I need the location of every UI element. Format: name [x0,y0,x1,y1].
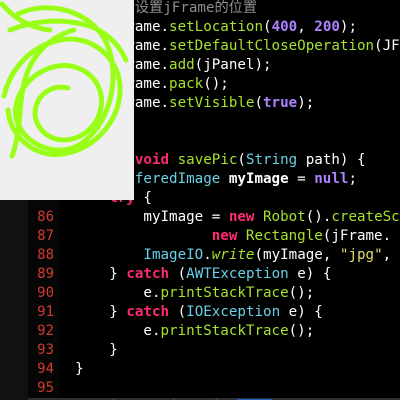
code-token: e) { [280,304,323,320]
code-token: (JFrame. [374,38,400,54]
code-token: savePic [177,152,238,168]
code-token: new [228,209,255,225]
code-token: (). [305,209,332,225]
code-token: } [109,304,127,320]
code-token: AWTException [186,266,289,282]
code-token: e. [143,323,161,339]
code-text: e.printStackTrace(); [58,284,314,303]
code-token: , [297,19,315,35]
code-line[interactable]: 95 [0,379,400,398]
code-token: } [109,342,118,358]
code-token: e. [143,285,161,301]
code-token: e) { [288,266,332,282]
code-token: Rectangle [245,228,323,244]
code-token: 400 [271,19,298,35]
code-token: myImage [228,171,289,187]
code-token: setDefaultCloseOperation [169,38,375,54]
code-token: ( [169,304,187,320]
code-token: { [134,190,152,206]
code-token: . [203,247,212,263]
code-token: pack [169,76,204,92]
code-token: write [211,247,255,263]
code-token: (jPanel); [194,57,272,73]
code-line[interactable]: 87 new Rectangle(jFrame. [0,227,400,246]
code-line[interactable]: 90 e.printStackTrace(); [0,284,400,303]
code-text: } catch (IOException e) { [58,303,323,322]
code-text: } [58,360,84,379]
code-token: catch [126,304,170,320]
code-line[interactable]: 93 } [0,341,400,360]
code-token: ( [237,152,246,168]
code-token: printStackTrace [160,323,289,339]
code-token: (); [288,323,315,339]
code-text: myImage = new Robot().createScreenCaptur… [58,208,400,227]
code-line[interactable]: 86 myImage = new Robot().createScreenCap… [0,208,400,227]
code-token: path) { [297,152,366,168]
code-token: myImage = [143,209,229,225]
green-scribble [0,1,129,159]
code-text: } [58,341,118,360]
code-token: null [314,171,349,187]
code-token: setVisible [169,95,255,111]
code-token: } [109,266,127,282]
code-token: true [263,95,298,111]
code-line[interactable]: 91 } catch (IOException e) { [0,303,400,322]
code-token: ( [169,266,187,282]
code-token: catch [126,266,170,282]
code-token: (myImage, [254,247,340,263]
code-text: e.printStackTrace(); [58,322,314,341]
code-token: 200 [314,19,340,35]
code-token: ( [254,95,264,111]
code-token: printStackTrace [160,285,289,301]
code-token: (); [203,76,229,92]
code-token: ); [339,19,357,35]
code-text: } catch (AWTException e) { [58,265,331,284]
code-token: add [169,57,195,73]
editor-left-edge [0,200,28,400]
code-line[interactable]: 89 } catch (AWTException e) { [0,265,400,284]
code-token: ImageIO [143,247,204,263]
code-line[interactable]: 92 e.printStackTrace(); [0,322,400,341]
code-line[interactable]: 88 ImageIO.write(myImage, "jpg", [0,246,400,265]
code-token: "jpg" [339,247,383,263]
code-token: = [288,171,315,187]
code-token: ( [263,19,272,35]
code-token: Robot [263,209,306,225]
code-token: String [245,152,298,168]
code-token: (jFrame. [322,228,392,244]
code-token: new [211,228,238,244]
code-token: (); [288,285,315,301]
code-token: setLocation [169,19,264,35]
code-text: ImageIO.write(myImage, "jpg", [58,246,400,265]
code-token: IOException [186,304,281,320]
code-token: , [382,247,400,263]
code-token: ); [297,95,315,111]
jframe-drawing-window[interactable] [0,0,134,200]
code-token: void [134,152,170,168]
code-token: createScreenCapture [331,209,400,225]
code-token: ; [348,171,357,187]
code-line[interactable]: 94 } [0,360,400,379]
code-token: } [75,361,84,377]
code-text: new Rectangle(jFrame. [58,227,391,246]
